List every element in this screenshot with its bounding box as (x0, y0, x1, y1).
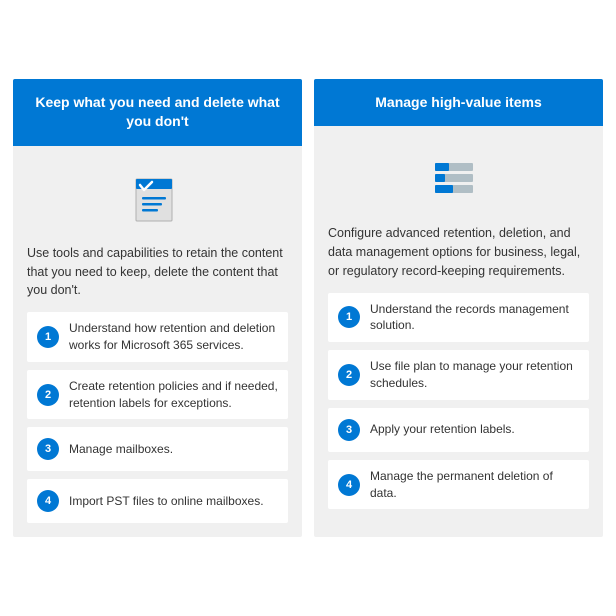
left-header-text: Keep what you need and delete what you d… (35, 94, 279, 130)
list-item: 3 Manage mailboxes. (27, 427, 288, 471)
left-description: Use tools and capabilities to retain the… (27, 244, 288, 300)
item-text: Manage the permanent deletion of data. (370, 468, 579, 502)
item-text: Apply your retention labels. (370, 421, 515, 438)
item-number: 3 (37, 438, 59, 460)
list-item: 2 Use file plan to manage your retention… (328, 350, 589, 400)
item-text: Manage mailboxes. (69, 441, 173, 458)
left-items-list: 1 Understand how retention and deletion … (27, 312, 288, 523)
right-items-list: 1 Understand the records management solu… (328, 293, 589, 510)
item-number: 3 (338, 419, 360, 441)
item-text: Use file plan to manage your retention s… (370, 358, 579, 392)
right-panel-body: Configure advanced retention, deletion, … (314, 126, 603, 537)
item-number: 2 (37, 384, 59, 406)
left-panel-header: Keep what you need and delete what you d… (13, 79, 302, 146)
list-item: 1 Understand the records management solu… (328, 293, 589, 343)
item-text: Import PST files to online mailboxes. (69, 493, 264, 510)
list-item: 3 Apply your retention labels. (328, 408, 589, 452)
item-text: Understand how retention and deletion wo… (69, 320, 278, 354)
list-item: 2 Create retention policies and if neede… (27, 370, 288, 420)
left-icon-area (27, 162, 288, 232)
item-number: 1 (338, 306, 360, 328)
item-number: 1 (37, 326, 59, 348)
list-item: 1 Understand how retention and deletion … (27, 312, 288, 362)
records-icon (427, 145, 491, 209)
item-number: 2 (338, 364, 360, 386)
right-description: Configure advanced retention, deletion, … (328, 224, 589, 280)
right-panel: Manage high-value items Configure advan (314, 79, 603, 538)
right-icon-area (328, 142, 589, 212)
list-item: 4 Manage the permanent deletion of data. (328, 460, 589, 510)
checklist-icon (126, 165, 190, 229)
list-item: 4 Import PST files to online mailboxes. (27, 479, 288, 523)
right-panel-header: Manage high-value items (314, 79, 603, 127)
main-container: Keep what you need and delete what you d… (13, 79, 603, 538)
left-panel: Keep what you need and delete what you d… (13, 79, 302, 538)
item-number: 4 (37, 490, 59, 512)
right-header-text: Manage high-value items (375, 94, 541, 110)
item-text: Create retention policies and if needed,… (69, 378, 278, 412)
left-panel-body: Use tools and capabilities to retain the… (13, 146, 302, 537)
item-text: Understand the records management soluti… (370, 301, 579, 335)
item-number: 4 (338, 474, 360, 496)
